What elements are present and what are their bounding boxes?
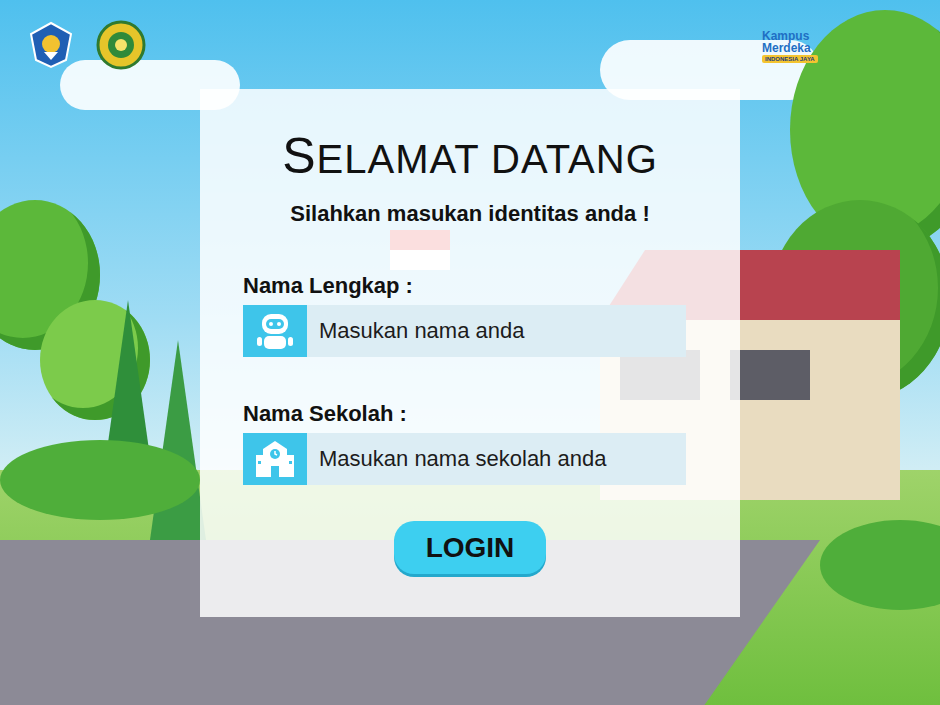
window [730, 350, 810, 400]
field-group: Nama Lengkap : [243, 273, 697, 357]
logo-tagline: INDONESIA JAYA [762, 55, 818, 63]
login-panel: SELAMAT DATANG Silahkan masukan identitas… [200, 89, 740, 617]
input-field [243, 433, 686, 485]
text-input[interactable] [307, 305, 686, 357]
field-group: Nama Sekolah : [243, 401, 697, 485]
logo-text: Merdeka [762, 42, 811, 54]
title: SELAMAT DATANG [243, 127, 697, 185]
kampus-merdeka-logo: KampusMerdekaINDONESIA JAYA [762, 30, 818, 63]
university-icon [96, 20, 146, 70]
school-icon [253, 437, 297, 481]
university-logo-icon [96, 20, 146, 70]
logos [26, 20, 146, 70]
main: SELAMAT DATANG Silahkan masukan identitas… [0, 0, 940, 617]
field-label: Nama Sekolah : [243, 401, 697, 427]
school-icon [243, 433, 307, 485]
tut-wuri-logo-icon [26, 20, 76, 70]
bush [0, 440, 200, 520]
tut-wuri-icon [26, 20, 76, 70]
robot-icon [243, 305, 307, 357]
field-label: Nama Lengkap : [243, 273, 697, 299]
logo-text: Kampus [762, 30, 809, 42]
login-button[interactable]: LOGIN [394, 521, 546, 574]
login-screen: KampusMerdekaINDONESIA JAYA SELAMAT DATAN… [0, 0, 940, 705]
robot-icon [253, 309, 297, 353]
subtitle: Silahkan masukan identitas anda ! [243, 201, 697, 227]
input-field [243, 305, 686, 357]
text-input[interactable] [307, 433, 686, 485]
